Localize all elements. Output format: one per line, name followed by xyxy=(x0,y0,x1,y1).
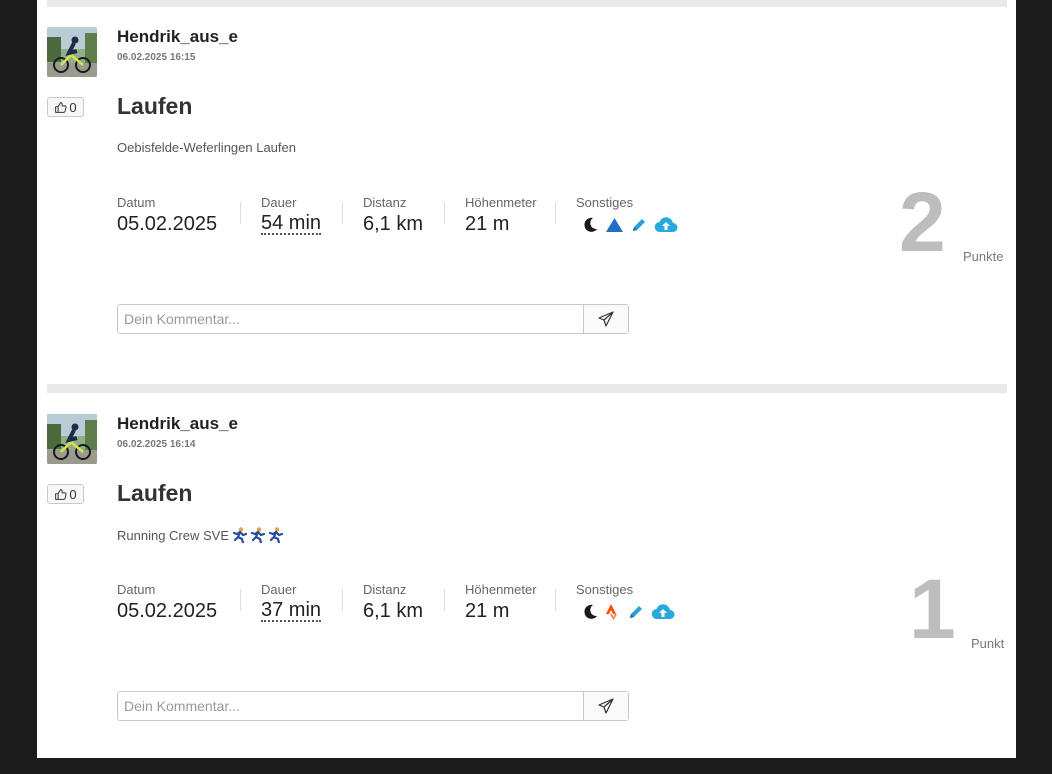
moon-icon[interactable] xyxy=(581,603,599,621)
stat-separator xyxy=(342,202,343,224)
thumbs-up-icon xyxy=(55,101,67,113)
stat-value: 21 m xyxy=(465,600,510,622)
activity-post: 0 Hendrik_aus_e 06.02.2025 16:14 Laufen … xyxy=(37,387,1016,774)
like-count: 0 xyxy=(69,99,77,115)
activity-description: Running Crew SVE xyxy=(117,527,283,543)
cloud-upload-icon[interactable] xyxy=(651,603,675,621)
feed-page: 0 Hendrik_aus_e 06.02.2025 16:15 Laufen … xyxy=(37,0,1016,758)
points-label: Punkte xyxy=(963,249,1004,264)
stat-separator xyxy=(342,589,343,611)
avatar[interactable] xyxy=(47,27,97,77)
stat-label: Distanz xyxy=(363,195,407,210)
stat-label: Dauer xyxy=(261,582,297,597)
like-button[interactable]: 0 xyxy=(47,484,84,504)
description-text: Oebisfelde-Weferlingen Laufen xyxy=(117,140,296,155)
stat-value[interactable]: 37 min xyxy=(261,600,322,622)
stat-sonstiges: Sonstiges xyxy=(576,195,678,234)
username[interactable]: Hendrik_aus_e xyxy=(117,27,238,47)
stat-value: 6,1 km xyxy=(363,600,424,622)
activity-title[interactable]: Laufen xyxy=(117,480,192,507)
like-button[interactable]: 0 xyxy=(47,97,84,117)
other-icons xyxy=(581,603,675,621)
stat-datum: Datum 05.02.2025 xyxy=(117,582,217,623)
comment-input[interactable] xyxy=(118,692,583,720)
runner-emoji xyxy=(233,527,247,543)
other-icons xyxy=(581,216,678,234)
stat-separator xyxy=(555,202,556,224)
stat-value[interactable]: 54 min xyxy=(261,213,322,235)
stat-distanz: Distanz 6,1 km xyxy=(363,582,423,623)
stat-separator xyxy=(444,202,445,224)
activity-description: Oebisfelde-Weferlingen Laufen xyxy=(117,140,296,155)
comment-box xyxy=(117,304,629,334)
thumbs-up-icon xyxy=(55,488,67,500)
points-number: 2 xyxy=(899,175,946,269)
triangle-icon[interactable] xyxy=(605,216,624,234)
stat-label: Sonstiges xyxy=(576,582,634,597)
stat-label: Sonstiges xyxy=(576,195,634,210)
timestamp: 06.02.2025 16:15 xyxy=(117,52,196,63)
like-count: 0 xyxy=(69,486,77,502)
runner-emoji xyxy=(251,527,265,543)
stat-label: Höhenmeter xyxy=(465,582,537,597)
stat-separator xyxy=(240,589,241,611)
runner-emoji xyxy=(269,527,283,543)
stat-value: 6,1 km xyxy=(363,213,424,235)
description-text: Running Crew SVE xyxy=(117,527,229,543)
activity-title[interactable]: Laufen xyxy=(117,93,192,120)
pencil-icon[interactable] xyxy=(627,603,645,621)
comment-input[interactable] xyxy=(118,305,583,333)
stat-dauer: Dauer 54 min xyxy=(261,195,322,235)
stat-hoehenmeter: Höhenmeter 21 m xyxy=(465,582,537,623)
moon-icon[interactable] xyxy=(581,216,599,234)
cloud-upload-icon[interactable] xyxy=(654,216,678,234)
send-comment-button[interactable] xyxy=(583,305,628,333)
stat-label: Datum xyxy=(117,582,156,597)
timestamp: 06.02.2025 16:14 xyxy=(117,439,196,450)
stat-separator xyxy=(555,589,556,611)
username[interactable]: Hendrik_aus_e xyxy=(117,414,238,434)
stat-hoehenmeter: Höhenmeter 21 m xyxy=(465,195,537,236)
send-comment-button[interactable] xyxy=(583,692,628,720)
stat-datum: Datum 05.02.2025 xyxy=(117,195,217,236)
stat-dauer: Dauer 37 min xyxy=(261,582,322,622)
stat-value: 05.02.2025 xyxy=(117,213,218,235)
comment-box xyxy=(117,691,629,721)
stat-label: Höhenmeter xyxy=(465,195,537,210)
stat-value: 21 m xyxy=(465,213,510,235)
stat-label: Distanz xyxy=(363,582,407,597)
stat-distanz: Distanz 6,1 km xyxy=(363,195,423,236)
stat-separator xyxy=(444,589,445,611)
send-icon xyxy=(598,311,614,327)
stat-label: Dauer xyxy=(261,195,297,210)
stat-label: Datum xyxy=(117,195,156,210)
avatar[interactable] xyxy=(47,414,97,464)
stat-sonstiges: Sonstiges xyxy=(576,582,675,621)
strava-icon[interactable] xyxy=(605,603,621,621)
send-icon xyxy=(598,698,614,714)
points-label: Punkt xyxy=(971,636,1005,651)
points-number: 1 xyxy=(909,562,956,656)
pencil-icon[interactable] xyxy=(630,216,648,234)
activity-post: 0 Hendrik_aus_e 06.02.2025 16:15 Laufen … xyxy=(37,0,1016,387)
stat-separator xyxy=(240,202,241,224)
stat-value: 05.02.2025 xyxy=(117,600,218,622)
